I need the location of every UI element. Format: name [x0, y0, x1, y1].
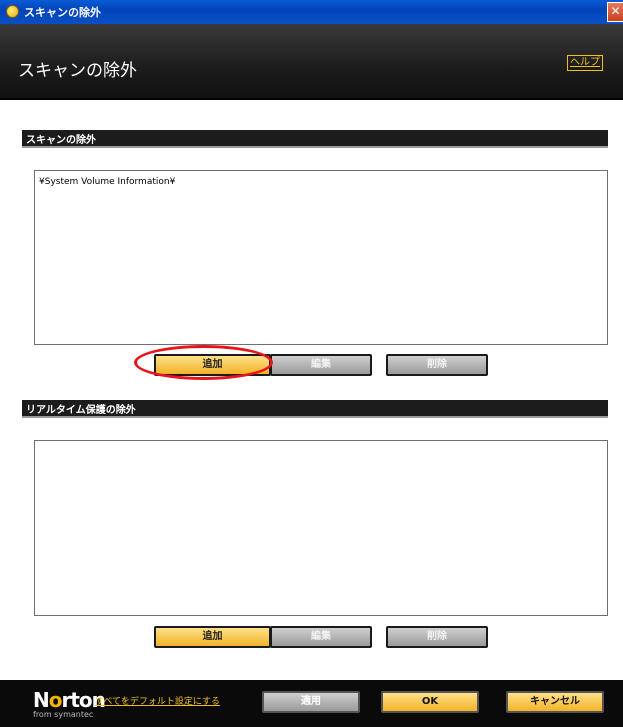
page-title: スキャンの除外 — [18, 61, 137, 81]
logo-subtitle: from symantec — [33, 710, 94, 719]
realtime-exclusions-list[interactable] — [34, 440, 608, 616]
realtime-add-button[interactable]: 追加 — [154, 626, 271, 648]
realtime-add-button-label: 追加 — [202, 631, 223, 642]
window-title: スキャンの除外 — [24, 6, 101, 19]
close-button[interactable]: ✕ — [607, 2, 623, 22]
scan-exclusions-header-label: スキャンの除外 — [26, 135, 96, 146]
scan-exclusions-list[interactable]: ¥System Volume Information¥ — [34, 170, 608, 345]
red-circle-annotation — [134, 345, 273, 380]
exclusions-dialog: スキャンの除外 ✕ スキャンの除外 ヘルプ スキャンの除外 ¥System Vo… — [0, 0, 623, 727]
norton-app-icon — [6, 5, 19, 18]
scan-edit-button[interactable]: 編集 — [270, 354, 372, 376]
realtime-delete-button-label: 削除 — [427, 631, 447, 642]
realtime-edit-button-label: 編集 — [311, 631, 331, 642]
realtime-exclusions-header-label: リアルタイム保護の除外 — [26, 405, 136, 416]
title-bar[interactable]: スキャンの除外 ✕ — [0, 0, 623, 24]
scan-delete-button-label: 削除 — [427, 359, 447, 370]
ok-button-label: OK — [421, 696, 439, 707]
reset-defaults-link[interactable]: すべてをデフォルト設定にする — [95, 694, 220, 707]
realtime-edit-button[interactable]: 編集 — [270, 626, 372, 648]
help-link[interactable]: ヘルプ — [567, 55, 603, 71]
header-banner: スキャンの除外 ヘルプ — [0, 24, 623, 100]
cancel-button-label: キャンセル — [530, 696, 580, 707]
apply-button[interactable]: 適用 — [262, 691, 360, 713]
logo-letter-o: o — [48, 688, 63, 712]
realtime-delete-button[interactable]: 削除 — [386, 626, 488, 648]
apply-button-label: 適用 — [301, 696, 321, 707]
scan-delete-button[interactable]: 削除 — [386, 354, 488, 376]
scan-exclusions-header: スキャンの除外 — [22, 130, 608, 148]
list-item[interactable]: ¥System Volume Information¥ — [39, 177, 175, 187]
realtime-exclusions-header: リアルタイム保護の除外 — [22, 400, 608, 418]
scan-edit-button-label: 編集 — [311, 359, 331, 370]
cancel-button[interactable]: キャンセル — [506, 691, 604, 713]
ok-button[interactable]: OK — [381, 691, 479, 713]
logo-letter-n: N — [33, 688, 50, 712]
